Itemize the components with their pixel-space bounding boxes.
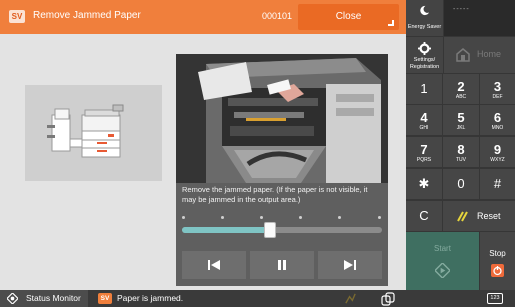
key-digit: 2 [457,79,465,94]
key-letters: JKL [456,125,466,131]
corner-arrow-icon [388,20,394,26]
keypad-key-2[interactable]: 2 ABC [443,74,479,104]
page-title: Remove Jammed Paper [33,10,141,21]
jam-alert-badge: SV [98,293,112,304]
status-monitor-label: Status Monitor [26,293,81,303]
key-digit: 8 [457,142,465,157]
step-marker [378,216,381,219]
keypad-key-star[interactable]: ✱ [406,169,442,199]
key-letters: MNO [491,125,504,131]
step-marker [182,216,185,219]
service-warning-badge: SV [9,10,25,23]
key-digit: 6 [493,110,502,125]
pause-icon [278,260,286,270]
start-button[interactable]: Start [406,232,479,290]
clear-label: C [419,208,429,223]
step-marker [221,216,224,219]
energy-saver-label: Energy Saver [407,24,442,30]
stop-icon [491,264,504,277]
keypad-key-3[interactable]: 3 DEF [480,74,515,104]
control-side-panel: Energy Saver ----- Settings/ Registratio… [406,0,515,290]
key-letters: TUV [456,157,466,163]
key-digit: 1 [420,81,428,96]
status-monitor-icon [7,293,18,304]
instruction-video-panel: Remove the jammed paper. (If the paper i… [176,54,388,286]
main-area: SV Remove Jammed Paper 000101 Close Remo… [0,0,406,290]
key-letters: GHI [419,125,429,131]
key-digit: 0 [457,176,465,191]
skip-back-button[interactable] [182,251,246,279]
key-digit: 7 [420,142,428,157]
step-marker [299,216,302,219]
keypad-key-6[interactable]: 6 MNO [480,105,515,135]
clock-text: ----- [453,6,470,13]
keypad-key-0[interactable]: 0 [443,169,479,199]
skip-forward-button[interactable] [318,251,382,279]
timeline-step-markers [182,216,382,220]
moon-icon [420,5,430,16]
key-letters: WXYZ [490,157,505,163]
instruction-caption: Remove the jammed paper. (If the paper i… [182,185,368,204]
stop-label: Stop [489,249,506,258]
keypad-key-5[interactable]: 5 JKL [443,105,479,135]
key-digit: # [493,176,502,191]
home-button[interactable]: Home [444,37,515,73]
clear-button[interactable]: C [406,201,442,231]
pause-button[interactable] [250,251,314,279]
title-bar: SV Remove Jammed Paper 000101 Close [0,0,406,34]
status-monitor-button[interactable]: Status Monitor [0,290,88,307]
keypad-key-8[interactable]: 8 TUV [443,137,479,167]
jam-status-text: Paper is jammed. [117,293,184,303]
keypad-key-1[interactable]: 1 [406,74,442,104]
printer-diagram-icon [47,104,124,158]
reset-label: Reset [477,211,501,221]
job-status-icon[interactable] [381,292,395,306]
jam-removal-illustration-icon [176,54,388,183]
skip-forward-icon [344,260,356,270]
numeric-keypad-icon[interactable]: 123 [487,293,503,304]
step-marker [260,216,263,219]
error-code: 000101 [262,11,293,21]
keypad-key-hash[interactable]: # [480,169,515,199]
video-timeline-track[interactable] [182,227,382,233]
key-letters: ABC [455,94,467,100]
close-button[interactable]: Close [298,4,399,30]
settings-registration-label: Settings/ Registration [409,57,440,70]
video-timeline-handle[interactable] [264,222,276,238]
keypad-key-9[interactable]: 9 WXYZ [480,137,515,167]
printer-location-diagram [25,85,162,181]
key-digit: 5 [457,110,465,125]
status-bar: Status Monitor SV Paper is jammed. 123 [0,290,515,307]
key-digit: ✱ [418,176,430,191]
gear-icon [418,42,431,55]
reset-icon [457,211,468,222]
key-letters: DEF [492,94,503,100]
close-button-label: Close [335,11,362,22]
keypad-key-7[interactable]: 7 PQRS [406,137,442,167]
network-icon [345,293,356,304]
key-digit: 4 [420,110,428,125]
reset-button[interactable]: Reset [443,201,515,231]
step-marker [338,216,341,219]
key-digit: 9 [493,142,502,157]
stop-button[interactable]: Stop [480,232,515,290]
energy-saver-button[interactable]: Energy Saver [406,0,443,36]
start-diamond-icon [435,263,450,278]
video-timeline-progress [182,227,270,233]
printer-open-illustration [176,54,388,183]
key-digit: 3 [493,79,502,94]
stop-power-icon [493,266,502,276]
start-label: Start [434,244,451,253]
home-icon [456,48,470,62]
key-letters: PQRS [416,157,432,163]
keypad-key-4[interactable]: 4 GHI [406,105,442,135]
clock-display: ----- [444,0,515,36]
home-label: Home [477,49,502,59]
settings-registration-button[interactable]: Settings/ Registration [406,37,443,73]
skip-back-icon [208,260,220,270]
